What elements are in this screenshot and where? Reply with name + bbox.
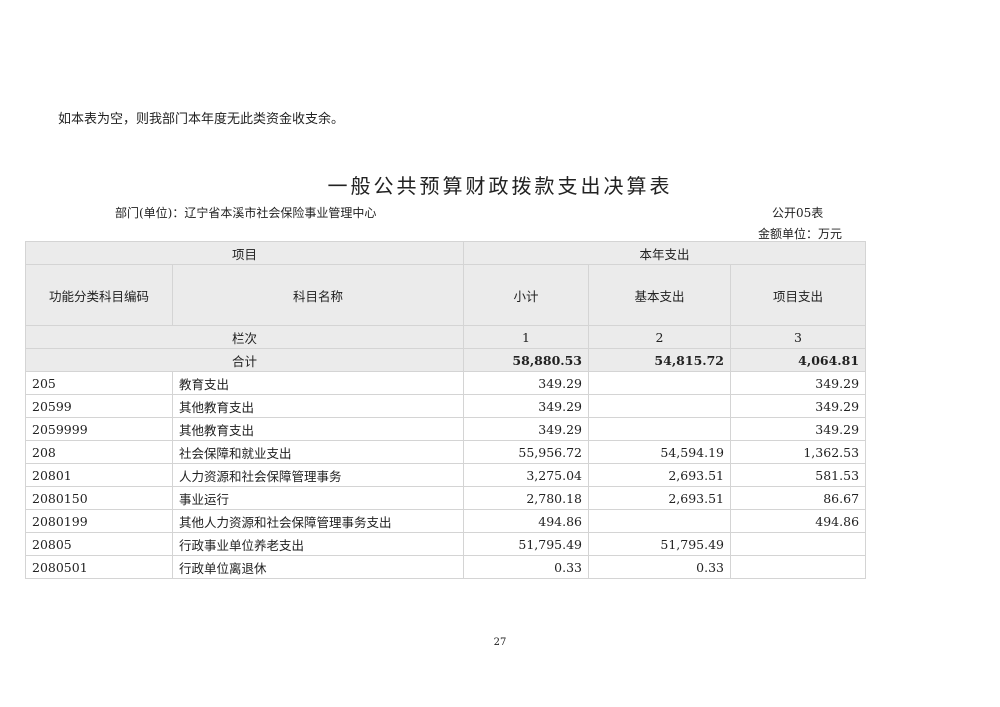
row-program: 349.29 (730, 417, 867, 441)
header-name: 科目名称 (171, 264, 465, 326)
table-row: 2080150 事业运行 2,780.18 2,693.51 86.67 (25, 486, 867, 510)
row-basic (588, 417, 732, 441)
header-row-column-numbers: 栏次 1 2 3 (24, 325, 867, 349)
page-title: 一般公共预算财政拨款支出决算表 (327, 174, 673, 198)
unit-label: 金额单位：万元 (758, 227, 843, 241)
row-program: 494.86 (730, 509, 867, 533)
table-row: 2059999 其他教育支出 349.29 349.29 (25, 417, 867, 441)
row-name: 其他教育支出 (171, 417, 465, 441)
row-basic: 2,693.51 (588, 463, 732, 487)
row-subtotal: 51,795.49 (463, 532, 590, 556)
empty-table-note: 如本表为空，则我部门本年度无此类资金收支余。 (58, 112, 345, 127)
row-code: 2080199 (25, 509, 173, 533)
row-basic (588, 394, 732, 418)
header-col2: 2 (588, 325, 732, 349)
row-name: 社会保障和就业支出 (171, 440, 465, 464)
total-program: 4,064.81 (730, 348, 867, 372)
department-label: 部门(单位)：辽宁省本溪市社会保险事业管理中心 (115, 206, 377, 220)
row-code: 20599 (25, 394, 173, 418)
header-subtotal: 小计 (463, 264, 590, 326)
header-code: 功能分类科目编码 (25, 264, 173, 326)
row-subtotal: 349.29 (463, 371, 590, 395)
row-basic: 51,795.49 (588, 532, 732, 556)
header-column-label: 栏次 (24, 325, 465, 349)
row-name: 其他人力资源和社会保障管理事务支出 (171, 509, 465, 533)
row-name: 教育支出 (171, 371, 465, 395)
row-subtotal: 494.86 (463, 509, 590, 533)
row-program (730, 555, 867, 579)
row-code: 2080150 (25, 486, 173, 510)
row-program (730, 532, 867, 556)
row-code: 205 (25, 371, 173, 395)
row-basic: 2,693.51 (588, 486, 732, 510)
header-row-1: 项目 本年支出 (24, 241, 867, 265)
table-row: 208 社会保障和就业支出 55,956.72 54,594.19 1,362.53 (25, 440, 867, 464)
header-basic: 基本支出 (588, 264, 732, 326)
row-name: 事业运行 (171, 486, 465, 510)
row-program: 1,362.53 (730, 440, 867, 464)
row-basic: 0.33 (588, 555, 732, 579)
row-program: 349.29 (730, 371, 867, 395)
table-row: 20805 行政事业单位养老支出 51,795.49 51,795.49 (25, 532, 867, 556)
table-row: 2080501 行政单位离退休 0.33 0.33 (25, 555, 867, 579)
row-name: 行政单位离退休 (171, 555, 465, 579)
page-number: 27 (493, 637, 507, 648)
row-code: 208 (25, 440, 173, 464)
row-subtotal: 0.33 (463, 555, 590, 579)
expenditure-table: 项目 本年支出 功能分类科目编码 科目名称 小计 基本支出 项目支出 栏次 1 … (24, 241, 867, 579)
row-program: 581.53 (730, 463, 867, 487)
header-col1: 1 (463, 325, 590, 349)
table-row: 205 教育支出 349.29 349.29 (25, 371, 867, 395)
header-project: 项目 (24, 241, 465, 265)
total-basic: 54,815.72 (588, 348, 732, 372)
row-program: 86.67 (730, 486, 867, 510)
row-code: 2080501 (25, 555, 173, 579)
total-subtotal: 58,880.53 (463, 348, 590, 372)
row-code: 20801 (25, 463, 173, 487)
total-row: 合计 58,880.53 54,815.72 4,064.81 (24, 348, 867, 372)
row-code: 20805 (25, 532, 173, 556)
row-basic: 54,594.19 (588, 440, 732, 464)
total-label: 合计 (24, 348, 465, 372)
row-program: 349.29 (730, 394, 867, 418)
row-code: 2059999 (25, 417, 173, 441)
row-name: 人力资源和社会保障管理事务 (171, 463, 465, 487)
header-row-2: 功能分类科目编码 科目名称 小计 基本支出 项目支出 (25, 264, 867, 326)
row-subtotal: 349.29 (463, 394, 590, 418)
header-program: 项目支出 (730, 264, 867, 326)
table-row: 20801 人力资源和社会保障管理事务 3,275.04 2,693.51 581.53 (25, 463, 867, 487)
header-col3: 3 (730, 325, 867, 349)
table-row: 2080199 其他人力资源和社会保障管理事务支出 494.86 494.86 (25, 509, 867, 533)
row-name: 行政事业单位养老支出 (171, 532, 465, 556)
table-number: 公开05表 (772, 206, 824, 220)
header-current-year: 本年支出 (463, 241, 867, 265)
row-name: 其他教育支出 (171, 394, 465, 418)
row-subtotal: 349.29 (463, 417, 590, 441)
row-subtotal: 55,956.72 (463, 440, 590, 464)
row-subtotal: 3,275.04 (463, 463, 590, 487)
row-subtotal: 2,780.18 (463, 486, 590, 510)
row-basic (588, 509, 732, 533)
table-row: 20599 其他教育支出 349.29 349.29 (25, 394, 867, 418)
row-basic (588, 371, 732, 395)
